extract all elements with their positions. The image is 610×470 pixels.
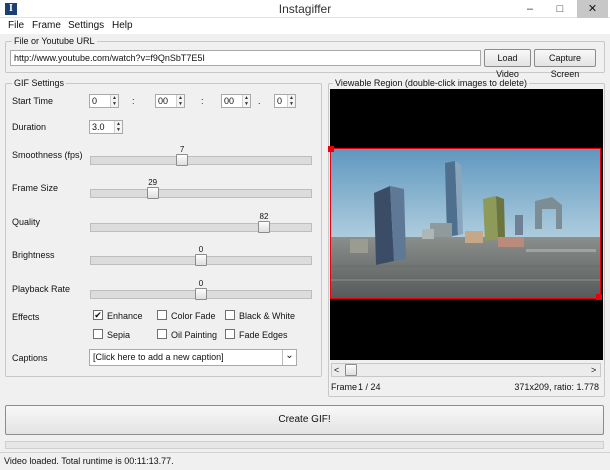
checkmark-icon: ✔ (94, 310, 102, 320)
duration-label: Duration (12, 122, 47, 132)
crop-handle-top-left[interactable] (328, 146, 334, 152)
effect-label: Sepia (107, 330, 131, 340)
chevron-down-icon[interactable]: ⌄ (282, 350, 296, 365)
effect-label: Enhance (107, 311, 143, 321)
slider-label: Playback Rate (12, 284, 71, 294)
status-bar: Video loaded. Total runtime is 00:11:13.… (0, 452, 610, 470)
start-seconds-value: 00 (224, 96, 235, 106)
effect-label: Color Fade (171, 311, 216, 321)
stepper-arrows-icon[interactable]: ▲ ▼ (114, 121, 122, 133)
slider-thumb[interactable] (195, 288, 207, 300)
slider-thumb[interactable] (195, 254, 207, 266)
url-group-legend: File or Youtube URL (12, 36, 97, 46)
slider-value: 0 (198, 245, 204, 254)
slider-label: Quality (12, 217, 41, 227)
url-input[interactable]: http://www.youtube.com/watch?v=f9QnSbT7E… (10, 50, 481, 66)
stepper-arrows-icon[interactable]: ▲ ▼ (287, 95, 295, 107)
slider-label: Frame Size (12, 183, 59, 193)
stepper-arrows-icon[interactable]: ▲ ▼ (110, 95, 118, 107)
start-hours-stepper[interactable]: 0 ▲ ▼ (89, 94, 119, 108)
maximize-icon[interactable]: □ (546, 0, 574, 18)
start-minutes-stepper[interactable]: 00 ▲ ▼ (155, 94, 185, 108)
stepper-arrows-icon[interactable]: ▲ ▼ (242, 95, 250, 107)
slider-value: 0 (198, 279, 204, 288)
slider-label: Smoothness (fps) (12, 150, 83, 160)
menu-help[interactable]: Help (112, 20, 133, 31)
effect-checkbox[interactable]: ✔ (93, 310, 103, 320)
effect-label: Oil Painting (171, 330, 218, 340)
viewable-region-legend: Viewable Region (double-click images to … (333, 78, 529, 88)
frame-label: Frame (331, 382, 358, 392)
captions-label: Captions (12, 353, 48, 363)
frame-dimensions: 371x209, ratio: 1.778 (514, 382, 599, 392)
frame-scrollbar[interactable]: < > (331, 363, 601, 377)
slider-thumb[interactable] (176, 154, 189, 166)
close-icon[interactable]: ✕ (577, 0, 608, 18)
crop-selection[interactable] (330, 148, 601, 299)
preview-viewer[interactable] (328, 89, 603, 360)
menu-frame[interactable]: Frame (32, 20, 61, 31)
start-tenths-stepper[interactable]: 0 ▲ ▼ (274, 94, 296, 108)
effect-checkbox[interactable] (157, 329, 167, 339)
slider-value: 82 (259, 212, 269, 221)
duration-stepper[interactable]: 3.0 ▲ ▼ (89, 120, 123, 134)
gif-settings-legend: GIF Settings (12, 78, 67, 88)
start-hours-value: 0 (92, 96, 98, 106)
effect-checkbox[interactable] (93, 329, 103, 339)
start-time-label: Start Time (12, 96, 54, 106)
effect-checkbox[interactable] (225, 329, 235, 339)
effect-checkbox[interactable] (225, 310, 235, 320)
minimize-icon[interactable]: – (516, 0, 544, 18)
load-video-button[interactable]: Load Video (484, 49, 531, 79)
frame-scroll-thumb[interactable] (345, 364, 357, 376)
status-text: Video loaded. Total runtime is 00:11:13.… (4, 456, 174, 466)
time-separator: : (201, 96, 204, 106)
time-separator: : (132, 96, 135, 106)
captions-value: [Click here to add a new caption] (93, 352, 224, 362)
progress-bar (5, 441, 604, 449)
slider-thumb[interactable] (146, 187, 159, 199)
slider-track[interactable] (90, 223, 312, 232)
slider-value: 29 (148, 178, 158, 187)
scroll-left-icon[interactable]: < (334, 364, 339, 376)
start-minutes-value: 00 (158, 96, 169, 106)
slider-track[interactable] (90, 156, 312, 165)
slider-thumb[interactable] (258, 221, 270, 233)
scroll-right-icon[interactable]: > (591, 364, 596, 376)
start-tenths-value: 0 (277, 96, 283, 106)
capture-screen-button[interactable]: Capture Screen (534, 49, 596, 79)
crop-handle-bottom-right[interactable] (596, 294, 602, 300)
stepper-arrows-icon[interactable]: ▲ ▼ (176, 95, 184, 107)
slider-label: Brightness (12, 250, 55, 260)
effects-label: Effects (12, 312, 40, 322)
create-gif-button[interactable]: Create GIF! (5, 405, 604, 435)
captions-dropdown[interactable]: [Click here to add a new caption] ⌄ (89, 349, 297, 366)
frame-counter: 1 / 24 (358, 382, 381, 392)
time-separator: . (258, 96, 261, 106)
menu-file[interactable]: File (8, 20, 24, 31)
menu-settings[interactable]: Settings (68, 20, 104, 31)
slider-track[interactable] (90, 189, 312, 198)
effect-label: Fade Edges (239, 330, 288, 340)
slider-value: 7 (179, 145, 185, 154)
effect-checkbox[interactable] (157, 310, 167, 320)
start-seconds-stepper[interactable]: 00 ▲ ▼ (221, 94, 251, 108)
effect-label: Black & White (239, 311, 296, 321)
duration-value: 3.0 (92, 122, 105, 132)
